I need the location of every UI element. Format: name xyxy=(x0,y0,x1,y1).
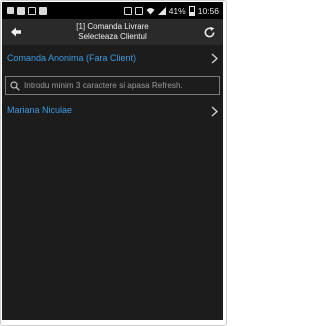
client-search-field[interactable] xyxy=(5,76,220,95)
app-icon xyxy=(28,6,36,15)
refresh-icon xyxy=(204,26,214,37)
title-line-1: [1] Comanda Livrare xyxy=(76,22,149,31)
battery-percent: 41% xyxy=(168,5,186,16)
status-bar: 41% 10:56 xyxy=(2,2,223,19)
app-screen: 41% 10:56 [1] Comanda Livrare Selecteaza… xyxy=(2,2,223,320)
mail-icon xyxy=(17,6,25,15)
status-right-icons: 41% 10:56 xyxy=(123,5,223,16)
wifi-icon xyxy=(146,7,155,14)
nfc-icon xyxy=(123,6,132,15)
action-bar: [1] Comanda Livrare Selecteaza Clientul xyxy=(2,19,223,45)
notification-icon xyxy=(7,7,14,14)
client-name: Mariana Niculae xyxy=(7,105,73,115)
image-icon xyxy=(39,6,47,15)
sync-icon xyxy=(134,6,143,15)
back-button[interactable] xyxy=(6,22,26,42)
signal-icon xyxy=(157,6,166,15)
status-left-icons xyxy=(2,6,47,15)
arrow-left-icon xyxy=(11,27,21,37)
search-input[interactable] xyxy=(21,78,216,93)
page-title: [1] Comanda Livrare Selecteaza Clientul xyxy=(32,22,193,42)
battery-icon xyxy=(188,5,195,16)
search-icon xyxy=(9,80,21,92)
title-line-2: Selecteaza Clientul xyxy=(78,32,147,41)
device-frame: 41% 10:56 [1] Comanda Livrare Selecteaza… xyxy=(0,0,227,326)
anonymous-order-label: Comanda Anonima (Fara Client) xyxy=(7,53,137,63)
anonymous-order-row[interactable]: Comanda Anonima (Fara Client) xyxy=(2,46,223,70)
chevron-right-icon xyxy=(209,51,219,65)
client-row[interactable]: Mariana Niculae xyxy=(2,99,223,121)
chevron-right-icon xyxy=(209,104,219,118)
refresh-button[interactable] xyxy=(199,22,219,42)
clock: 10:56 xyxy=(197,5,219,16)
